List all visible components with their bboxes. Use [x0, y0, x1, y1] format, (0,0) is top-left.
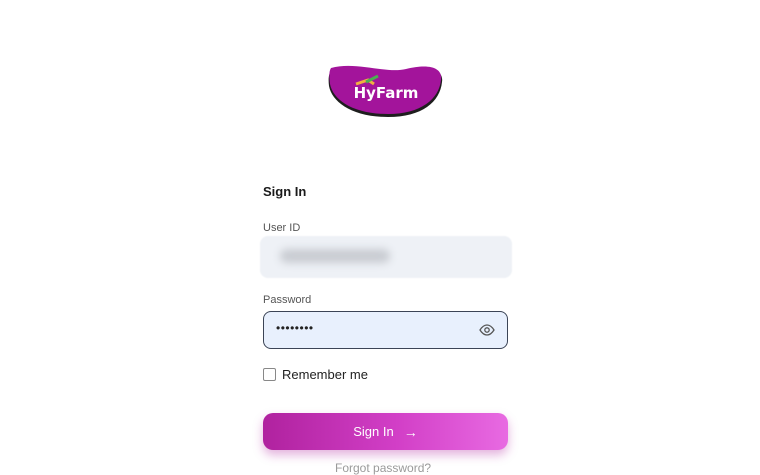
brand-logo: HyFarm — [326, 62, 446, 120]
sign-in-button-label: Sign In — [353, 424, 394, 439]
arrow-right-icon: → — [403, 423, 418, 440]
hyfarm-logo-icon: HyFarm — [328, 65, 443, 117]
password-label: Password — [263, 294, 312, 306]
user-id-field[interactable] — [260, 236, 512, 278]
remember-me-label: Remember me — [282, 367, 368, 382]
password-field[interactable]: •••••••• — [263, 311, 508, 349]
user-id-redacted-value — [280, 249, 390, 263]
forgot-password-link[interactable]: Forgot password? — [335, 461, 431, 475]
remember-me-checkbox[interactable] — [263, 368, 276, 381]
user-id-label: User ID — [263, 222, 301, 234]
sign-in-button[interactable]: Sign In → — [263, 413, 508, 450]
sign-in-title: Sign In — [263, 184, 307, 199]
logo-wordmark: HyFarm — [354, 84, 419, 102]
eye-icon[interactable] — [479, 323, 495, 337]
remember-me-option[interactable]: Remember me — [263, 367, 368, 382]
password-value: •••••••• — [276, 321, 314, 335]
